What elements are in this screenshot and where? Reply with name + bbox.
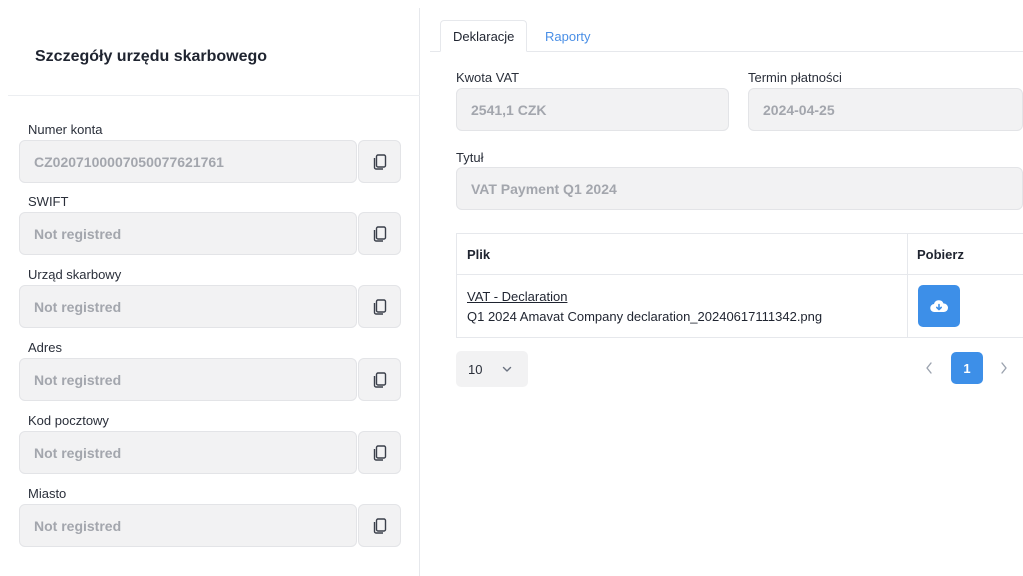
vat-amount-field[interactable]: 2541,1 CZK: [456, 88, 729, 131]
vat-amount-label: Kwota VAT: [456, 70, 520, 85]
copy-icon: [373, 153, 386, 170]
page-1-button[interactable]: 1: [951, 352, 983, 384]
page-size-value: 10: [468, 361, 483, 377]
panel-title: Szczegóły urzędu skarbowego: [35, 48, 268, 65]
postal-code-field[interactable]: Not registred: [19, 431, 357, 474]
tab-bar: Deklaracje Raporty: [430, 20, 1023, 52]
copy-account-number-button[interactable]: [358, 140, 401, 183]
table-divider: [907, 234, 908, 338]
tax-office-field[interactable]: Not registred: [19, 285, 357, 328]
chevron-down-icon: [502, 366, 512, 372]
column-header-file: Plik: [467, 246, 491, 262]
due-date-label: Termin płatności: [748, 70, 842, 85]
cloud-download-icon: [930, 300, 948, 313]
address-field[interactable]: Not registred: [19, 358, 357, 401]
copy-swift-button[interactable]: [358, 212, 401, 255]
due-date-field[interactable]: 2024-04-25: [748, 88, 1023, 131]
copy-address-button[interactable]: [358, 358, 401, 401]
tab-raporty[interactable]: Raporty: [533, 20, 603, 52]
declarations-panel: Deklaracje Raporty Kwota VAT 2541,1 CZK …: [430, 8, 1023, 576]
files-table: Plik Pobierz VAT - Declaration Q1 2024 A…: [456, 233, 1023, 338]
file-name: Q1 2024 Amavat Company declaration_20240…: [467, 309, 823, 324]
city-field[interactable]: Not registred: [19, 504, 357, 547]
copy-icon: [373, 225, 386, 242]
table-divider: [457, 274, 1023, 275]
chevron-right-icon[interactable]: [999, 361, 1009, 375]
title-label: Tytuł: [456, 150, 484, 165]
swift-field[interactable]: Not registred: [19, 212, 357, 255]
address-label: Adres: [28, 340, 62, 355]
postal-code-label: Kod pocztowy: [28, 413, 109, 428]
tab-deklaracje[interactable]: Deklaracje: [440, 20, 528, 52]
copy-icon: [373, 371, 386, 388]
tax-office-label: Urząd skarbowy: [28, 267, 122, 282]
office-details-panel: Szczegóły urzędu skarbowego Numer konta …: [8, 8, 420, 576]
copy-icon: [373, 517, 386, 534]
swift-label: SWIFT: [28, 194, 69, 209]
copy-postal-code-button[interactable]: [358, 431, 401, 474]
chevron-left-icon[interactable]: [924, 361, 934, 375]
divider: [8, 95, 420, 96]
column-header-download: Pobierz: [917, 246, 964, 262]
account-number-field[interactable]: CZ0207100007050077621761: [19, 140, 357, 183]
file-link[interactable]: VAT - Declaration: [467, 289, 567, 304]
copy-tax-office-button[interactable]: [358, 285, 401, 328]
download-button[interactable]: [918, 285, 960, 327]
page-size-select[interactable]: 10: [456, 351, 528, 387]
title-field[interactable]: VAT Payment Q1 2024: [456, 167, 1023, 210]
city-label: Miasto: [28, 486, 67, 501]
copy-icon: [373, 444, 386, 461]
copy-city-button[interactable]: [358, 504, 401, 547]
account-number-label: Numer konta: [28, 122, 103, 137]
copy-icon: [373, 298, 386, 315]
